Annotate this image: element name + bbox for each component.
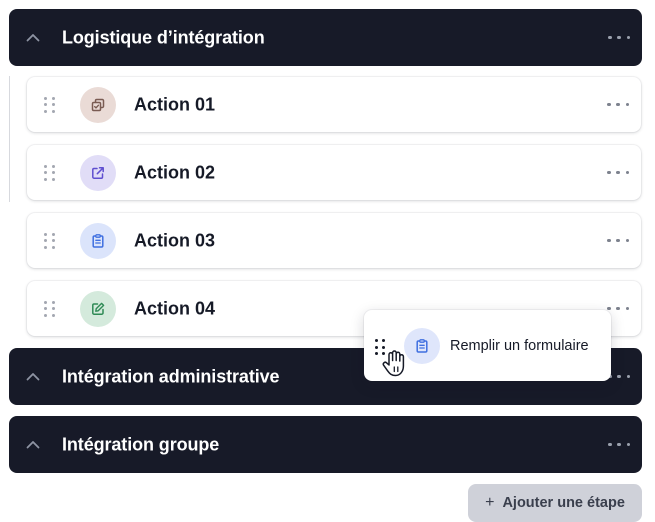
action-label: Action 01: [134, 94, 216, 114]
action-card-03[interactable]: Action 03: [27, 213, 641, 268]
section-rail: [9, 76, 10, 202]
section-title: Logistique d’intégration: [62, 27, 265, 47]
drag-handle-icon[interactable]: [44, 300, 55, 317]
clipboard-icon: [404, 328, 440, 364]
section-title: Intégration groupe: [62, 434, 220, 454]
more-options-icon[interactable]: [608, 371, 630, 383]
drag-preview-label: Remplir un formulaire: [450, 338, 589, 354]
drag-handle-icon[interactable]: [44, 96, 55, 113]
drag-handle-icon[interactable]: [44, 232, 55, 249]
external-link-icon: [80, 154, 116, 191]
section-header-logistique[interactable]: Logistique d’intégration: [9, 9, 642, 66]
edit-icon: [80, 290, 116, 327]
action-label: Action 04: [134, 298, 216, 318]
chevron-up-icon[interactable]: [25, 437, 41, 453]
copy-icon: [80, 86, 116, 123]
action-card-02[interactable]: Action 02: [27, 145, 641, 200]
more-options-icon[interactable]: [607, 235, 629, 247]
chevron-up-icon[interactable]: [25, 369, 41, 385]
clipboard-icon: [80, 222, 116, 259]
action-card-01[interactable]: Action 01: [27, 77, 641, 132]
more-options-icon[interactable]: [607, 167, 629, 179]
drag-handle-icon[interactable]: [44, 164, 55, 181]
more-options-icon[interactable]: [608, 32, 630, 44]
plus-icon: +: [485, 494, 495, 511]
section-header-groupe[interactable]: Intégration groupe: [9, 416, 642, 473]
add-step-label: Ajouter une étape: [502, 495, 625, 511]
hand-cursor-icon: [380, 348, 408, 378]
add-step-button[interactable]: + Ajouter une étape: [468, 484, 642, 522]
action-label: Action 02: [134, 162, 216, 182]
more-options-icon[interactable]: [607, 303, 629, 315]
more-options-icon[interactable]: [608, 439, 630, 451]
more-options-icon[interactable]: [607, 99, 629, 111]
chevron-up-icon[interactable]: [25, 30, 41, 46]
action-label: Action 03: [134, 230, 216, 250]
section-title: Intégration administrative: [62, 366, 280, 386]
